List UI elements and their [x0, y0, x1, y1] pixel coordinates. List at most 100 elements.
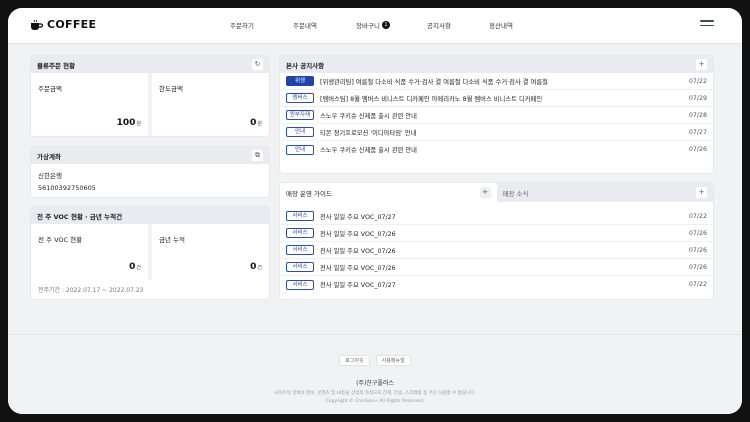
- category-tag: 위생: [286, 76, 314, 86]
- guide-title: 전사 일일 주요 VOC_07/27: [320, 213, 396, 221]
- virtual-account-card: 가상계좌 ⧉ 신한은행 56100392750605: [31, 147, 269, 197]
- nav-order-history-label: 주문내역: [293, 22, 317, 30]
- voc-week-label: 전 주 VOC 현황: [38, 236, 83, 244]
- list-item[interactable]: 안내 스노우 쿠키슈 신제품 출시 관련 안내 07/26: [280, 141, 713, 158]
- nav-settlement-label: 정산내역: [489, 22, 513, 30]
- plus-icon[interactable]: +: [696, 59, 707, 70]
- tab-store-news[interactable]: 매장 소식 +: [496, 183, 713, 202]
- menu-icon[interactable]: [700, 20, 714, 30]
- nav-notices[interactable]: 공지사항: [427, 20, 451, 30]
- category-tag: 서비스: [286, 262, 314, 272]
- top-header: COFFEE 주문하기 주문내역 장바구니 1 공지사항 정산내역: [8, 8, 742, 44]
- list-item[interactable]: 멤버스 [멤버스팀] 8월 멤버스 비니스트 디카페인 아메리카노 8월 멤버스 …: [280, 90, 713, 107]
- category-tag: 멤버스: [286, 93, 314, 103]
- guide-date: 07/26: [688, 246, 707, 254]
- notice-title: 스노우 쿠키슈 신제품 출시 관련 안내: [320, 112, 417, 120]
- guide-date: 07/22: [688, 281, 707, 288]
- guide-date: 07/26: [688, 263, 707, 271]
- nav-notices-label: 공지사항: [427, 22, 451, 30]
- cart-count-badge: 1: [381, 21, 390, 29]
- voc-year-box: 금년 누적 0건: [148, 224, 269, 280]
- list-item[interactable]: 서비스 전사 일일 주요 VOC_07/26 07/26: [280, 225, 713, 242]
- plus-icon[interactable]: +: [479, 187, 491, 198]
- copy-icon[interactable]: ⧉: [252, 150, 263, 161]
- list-item[interactable]: 위생 [위생관리팀] 여름철 다소비 식품 수거·검사 결 여름철 다소비 식품 …: [280, 73, 713, 90]
- limit-amount-value: 0원: [250, 118, 262, 128]
- notice-title: 스노우 쿠키슈 신제품 출시 관련 안내: [320, 147, 417, 154]
- footer-fineprint: 사이트의 일체의 정보, 콘텐츠 및 UI등을 상업적 목적으로 전재, 전송,…: [8, 390, 742, 406]
- voc-week-box: 전 주 VOC 현황 0건: [31, 224, 148, 280]
- hq-notices-title: 본사 공지사항: [286, 61, 325, 70]
- company-name: (주)찬구플러스: [356, 380, 394, 387]
- nav-settlement[interactable]: 정산내역: [489, 20, 513, 30]
- guide-tabs: 매장 운영 가이드 + 매장 소식 +: [280, 183, 713, 202]
- limit-amount-label: 한도금액: [159, 85, 183, 93]
- voc-week-count: 0건: [129, 262, 141, 272]
- nav-order[interactable]: 주문하기: [230, 20, 254, 30]
- virtual-account-header: 가상계좌 ⧉: [31, 147, 269, 164]
- category-tag: 서비스: [286, 228, 314, 238]
- hq-notice-list: 위생 [위생관리팀] 여름철 다소비 식품 수거·검사 결 여름철 다소비 식품 …: [280, 73, 713, 158]
- order-amount-value: 100원: [116, 118, 141, 128]
- nav-order-label: 주문하기: [230, 22, 254, 30]
- order-amount-box: 주문금액 100원: [31, 73, 148, 136]
- list-item[interactable]: 서비스 전사 일일 주요 VOC_07/26 07/26: [280, 242, 713, 259]
- voc-period: 전주기간 : 2022.07.17 ~ 2022.07.23: [38, 287, 144, 294]
- guide-list: 서비스 전사 일일 주요 VOC_07/27 07/22 서비스 전사 일일 주요 V…: [280, 202, 713, 293]
- order-amount-label: 주문금액: [38, 85, 62, 93]
- voc-title: 전 주 VOC 현황 · 금년 누적건: [37, 212, 123, 221]
- guide-title: 전사 일일 주요 VOC_07/26: [320, 230, 396, 238]
- nav-cart-label: 장바구니: [356, 22, 380, 30]
- main-nav: 주문하기 주문내역 장바구니 1 공지사항 정산내역: [8, 20, 742, 32]
- hq-notices-card: 본사 공지사항 + 위생 [위생관리팀] 여름철 다소비 식품 수거·검사 결 여…: [280, 56, 713, 173]
- logistics-card-header: 물류주문 현황 ↻: [31, 56, 269, 73]
- voc-header: 전 주 VOC 현황 · 금년 누적건: [31, 207, 269, 224]
- hq-notices-header: 본사 공지사항 +: [280, 56, 713, 73]
- notice-date: 07/29: [688, 94, 707, 102]
- logistics-title: 물류주문 현황: [37, 61, 76, 70]
- guide-date: 07/26: [688, 229, 707, 237]
- usage-notice: 사이트의 일체의 정보, 콘텐츠 및 UI등을 상업적 목적으로 전재, 전송,…: [274, 391, 476, 396]
- voc-year-label: 금년 누적: [159, 236, 185, 244]
- tab-store-guide[interactable]: 매장 운영 가이드 +: [280, 183, 497, 202]
- logout-button[interactable]: 로그아웃: [339, 355, 370, 366]
- limit-amount-box: 한도금액 0원: [148, 73, 269, 136]
- list-item[interactable]: 서비스 전사 일일 주요 VOC_07/27 07/22: [280, 208, 713, 225]
- notice-title: 티몬 정기프로모션 '이디야타임' 안내: [320, 129, 417, 137]
- category-tag: 서비스: [286, 211, 314, 221]
- account-info: 신한은행 56100392750605: [31, 164, 269, 197]
- notice-date: 07/22: [688, 77, 707, 85]
- refresh-icon[interactable]: ↻: [252, 59, 263, 70]
- list-item[interactable]: 원부자재 스노우 쿠키슈 신제품 출시 관련 안내 07/28: [280, 107, 713, 124]
- guide-date: 07/22: [688, 212, 707, 220]
- app-window: COFFEE 주문하기 주문내역 장바구니 1 공지사항 정산내역 물류주문 현황…: [8, 8, 742, 414]
- notice-title: [멤버스팀] 8월 멤버스 비니스트 디카페인 아메리카노 8월 멤버스 비니스…: [320, 95, 543, 103]
- logistics-card: 물류주문 현황 ↻ 주문금액 100원 한도금액 0원: [31, 56, 269, 136]
- guide-title: 전사 일일 주요 VOC_07/26: [320, 264, 396, 272]
- footer-buttons: 로그아웃 사용메뉴얼: [8, 355, 742, 366]
- category-tag: 원부자재: [286, 110, 314, 120]
- bank-name: 신한은행: [38, 172, 62, 180]
- list-item[interactable]: 서비스 전사 일일 주요 VOC_07/27 07/22: [280, 276, 713, 293]
- notice-title: [위생관리팀] 여름철 다소비 식품 수거·검사 결 여름철 다소비 식품 수거…: [320, 78, 548, 86]
- copyright: Copyright © ChinGoo+ All Rights Reserved…: [325, 399, 425, 404]
- category-tag: 서비스: [286, 279, 314, 290]
- list-item[interactable]: 서비스 전사 일일 주요 VOC_07/26 07/26: [280, 259, 713, 276]
- notice-date: 07/26: [688, 146, 707, 153]
- plus-icon[interactable]: +: [696, 187, 707, 198]
- store-guide-card: 매장 운영 가이드 + 매장 소식 + 서비스전사 일일 주요 VOC_07/2…: [280, 183, 713, 299]
- nav-cart[interactable]: 장바구니 1: [356, 20, 390, 30]
- notice-date: 07/27: [688, 128, 707, 136]
- nav-order-history[interactable]: 주문내역: [293, 20, 317, 30]
- voc-card: 전 주 VOC 현황 · 금년 누적건 전 주 VOC 현황 0건 금년 누적 …: [31, 207, 269, 299]
- manual-button[interactable]: 사용메뉴얼: [375, 355, 411, 366]
- tab-store-guide-label: 매장 운영 가이드: [286, 189, 332, 198]
- guide-title: 전사 일일 주요 VOC_07/26: [320, 247, 396, 255]
- category-tag: 안내: [286, 144, 314, 155]
- virtual-account-title: 가상계좌: [37, 152, 61, 161]
- list-item[interactable]: 안내 티몬 정기프로모션 '이디야타임' 안내 07/27: [280, 124, 713, 141]
- voc-year-count: 0건: [250, 262, 262, 272]
- guide-title: 전사 일일 주요 VOC_07/27: [320, 282, 396, 289]
- notice-date: 07/28: [688, 111, 707, 119]
- category-tag: 안내: [286, 127, 314, 137]
